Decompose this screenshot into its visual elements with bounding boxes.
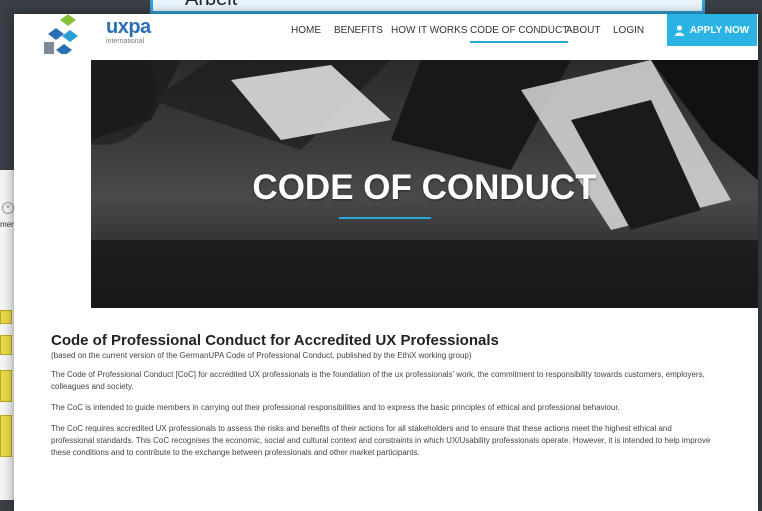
nav-home[interactable]: HOME [291,25,321,36]
nav-about[interactable]: ABOUT [566,25,600,36]
user-add-icon [674,25,685,36]
page-title: CODE OF CONDUCT [252,168,597,207]
apply-now-label: APPLY NOW [689,24,750,36]
content-subtitle: (based on the current version of the Ger… [51,351,472,360]
content-heading: Code of Professional Conduct for Accredi… [51,332,499,349]
sticky-note [0,335,12,355]
background-window-icon: × [2,202,14,214]
sticky-note [0,370,12,402]
content-paragraph: The CoC requires accredited UX professio… [51,424,711,457]
logo-subtext: international [106,38,145,45]
nav-code-of-conduct[interactable]: CODE OF CONDUCT [470,25,569,43]
background-window-titlebar: Arbeit [150,0,705,14]
site-header: uxpa international HOME BENEFITS HOW IT … [14,14,758,60]
browser-page: uxpa international HOME BENEFITS HOW IT … [14,14,758,511]
sticky-note [0,415,12,457]
nav-login[interactable]: LOGIN [613,25,644,36]
nav-benefits[interactable]: BENEFITS [334,25,383,36]
content-paragraph: The CoC is intended to guide members in … [51,403,620,412]
uxpa-logo-mark [44,14,78,54]
sticky-note [0,310,12,324]
apply-now-button[interactable]: APPLY NOW [667,14,757,46]
nav-how-it-works[interactable]: HOW IT WORKS [391,25,467,36]
hero-banner: CODE OF CONDUCT [91,60,758,308]
title-underline [339,217,431,219]
site-logo[interactable]: uxpa international [42,14,152,54]
background-window-title: Arbeit [185,0,237,10]
content-paragraph: The Code of Professional Conduct [CoC] f… [51,370,705,391]
logo-text: uxpa [106,16,151,38]
main-content: Code of Professional Conduct for Accredi… [51,332,711,468]
